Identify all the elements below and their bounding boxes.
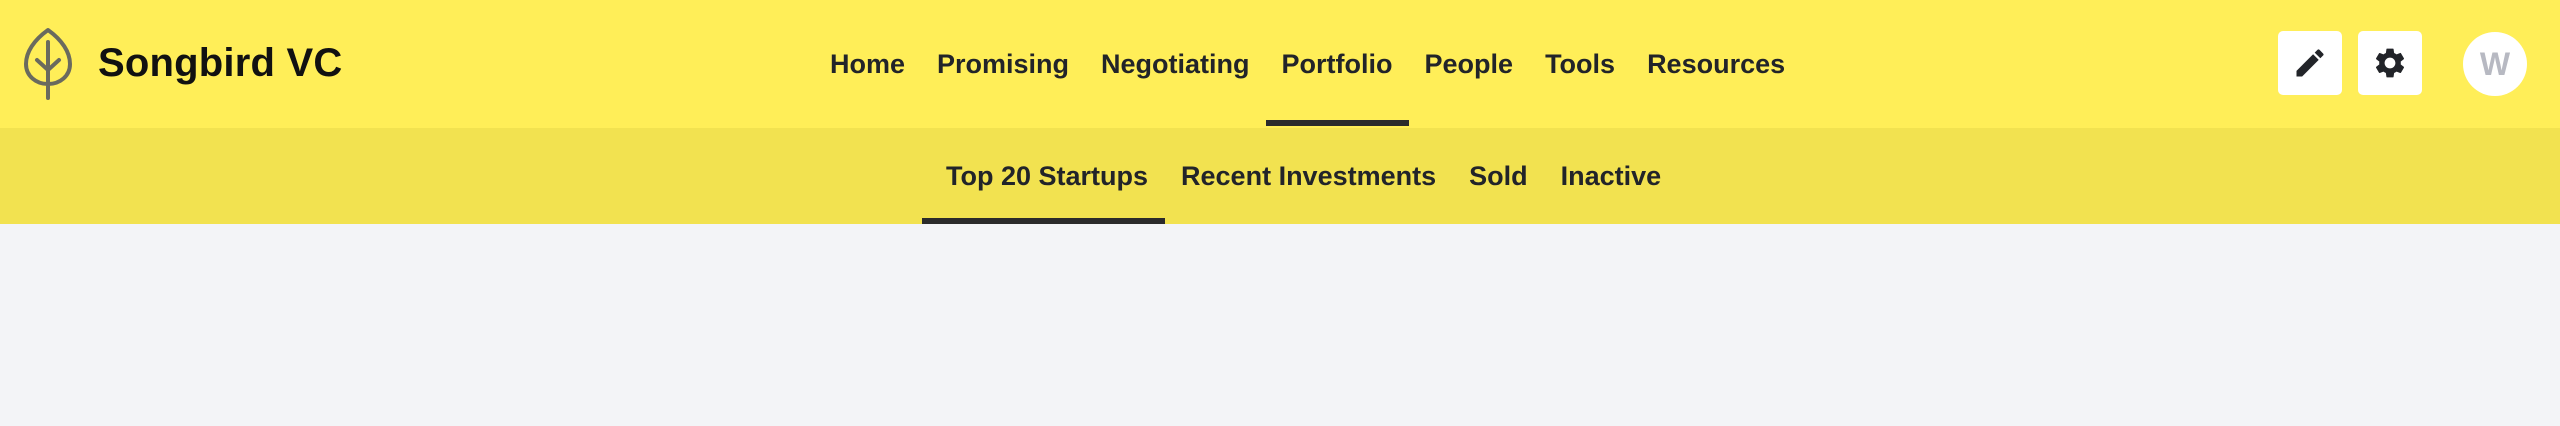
nav-item-resources[interactable]: Resources [1631, 0, 1801, 128]
pencil-icon [2296, 49, 2324, 77]
nav-item-label: Promising [937, 48, 1070, 79]
nav-item-label: Resources [1647, 48, 1786, 79]
brand-logo[interactable]: Songbird VC [22, 24, 342, 102]
top-navigation-bar: Songbird VC Home Promising Negotiating P… [0, 0, 2560, 128]
nav-item-label: People [1424, 48, 1514, 79]
tab-label: Inactive [1560, 160, 1662, 191]
nav-item-negotiating[interactable]: Negotiating [1085, 0, 1266, 128]
tab-recent-investments[interactable]: Recent Investments [1165, 128, 1453, 224]
tab-label: Recent Investments [1181, 160, 1437, 191]
sub-navigation-bar: Top 20 Startups Recent Investments Sold … [0, 128, 2560, 224]
tab-top-20-startups[interactable]: Top 20 Startups [922, 128, 1166, 224]
nav-item-label: Portfolio [1281, 48, 1393, 79]
nav-item-label: Negotiating [1101, 48, 1250, 79]
nav-item-label: Tools [1545, 48, 1616, 79]
nav-item-tools[interactable]: Tools [1529, 0, 1631, 128]
nav-item-home[interactable]: Home [814, 0, 921, 128]
nav-item-people[interactable]: People [1409, 0, 1530, 128]
tab-label: Top 20 Startups [946, 160, 1149, 191]
tab-sold[interactable]: Sold [1453, 128, 1545, 224]
main-nav: Home Promising Negotiating Portfolio Peo… [814, 0, 1801, 128]
settings-button[interactable] [2358, 31, 2422, 95]
edit-button[interactable] [2278, 31, 2342, 95]
sub-nav: Top 20 Startups Recent Investments Sold … [922, 128, 1678, 224]
main-content-area [0, 224, 2560, 426]
brand-name: Songbird VC [98, 40, 343, 85]
nav-item-label: Home [830, 48, 906, 79]
leaf-icon [24, 28, 72, 100]
avatar-initial: W [2479, 45, 2511, 82]
nav-item-promising[interactable]: Promising [921, 0, 1085, 128]
user-avatar[interactable]: W [2463, 32, 2527, 96]
nav-item-portfolio[interactable]: Portfolio [1265, 0, 1409, 128]
tab-label: Sold [1469, 160, 1528, 191]
gear-icon [2375, 48, 2405, 78]
tab-inactive[interactable]: Inactive [1545, 128, 1679, 224]
